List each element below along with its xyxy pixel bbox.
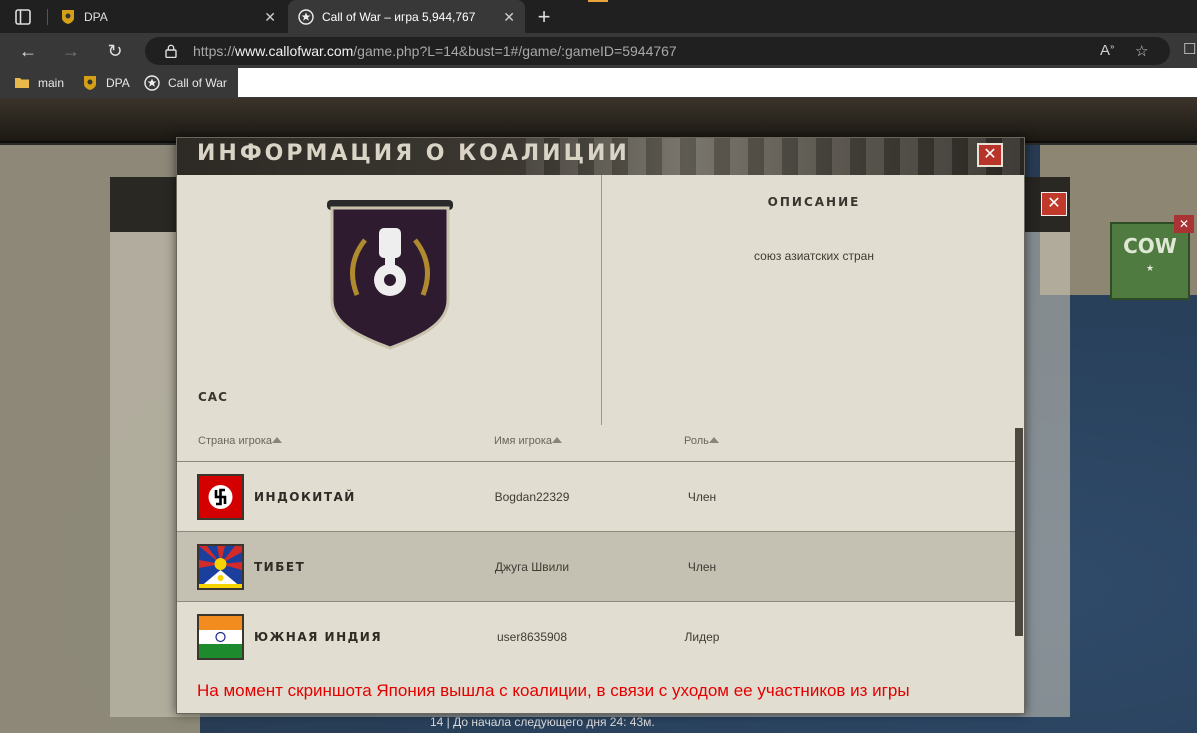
column-header-player[interactable]: Имя игрока (494, 435, 563, 447)
url-path: /game.php?L=14&bust=1#/game/:gameID=5944… (353, 43, 677, 59)
lock-icon[interactable] (165, 44, 177, 58)
column-label: Роль (684, 435, 709, 447)
star-favicon-icon (298, 8, 314, 25)
sort-arrow-icon (552, 437, 563, 443)
forward-icon[interactable]: → (60, 40, 82, 62)
url-prefix: https:// (193, 43, 236, 59)
player-name: Bogdan22329 (494, 490, 570, 504)
bookmark-label: DPA (106, 76, 130, 90)
back-icon[interactable]: ← (17, 40, 39, 62)
column-label: Имя игрока (494, 435, 553, 447)
bookmark-label: main (38, 76, 65, 90)
close-tab-icon[interactable]: ✕ (264, 9, 276, 26)
sort-arrow-icon (272, 437, 283, 443)
player-role: Лидер (684, 630, 720, 644)
cow-close-icon[interactable]: ✕ (1174, 215, 1194, 233)
close-tab-icon[interactable]: ✕ (503, 9, 515, 26)
url-text: https://www.callofwar.com/game.php?L=14&… (193, 43, 677, 59)
star-favicon-icon (144, 75, 160, 91)
table-row[interactable]: ТИБЕТ Джуга Швили Член (177, 532, 1015, 602)
refresh-icon[interactable]: ↻ (104, 40, 126, 62)
add-favorite-icon[interactable]: ☆ (1135, 42, 1148, 60)
read-aloud-icon[interactable]: A» (1100, 42, 1114, 59)
player-name: user8635908 (496, 630, 568, 644)
country-name: ТИБЕТ (254, 560, 306, 574)
tab-title: DPA (84, 9, 108, 24)
tibet-flag-icon (197, 544, 244, 590)
player-role: Член (687, 560, 717, 574)
table-row[interactable]: ЮЖНАЯ ИНДИЯ user8635908 Лидер (177, 602, 1015, 672)
column-header-country[interactable]: Страна игрока (198, 435, 283, 447)
bookmark-label: Call of War (168, 76, 227, 90)
bookmark-dpa[interactable]: DPA (82, 75, 130, 91)
sort-arrow-icon (708, 437, 719, 443)
coalition-name: САС (198, 390, 228, 404)
coalition-emblem-pane: САС (177, 175, 601, 425)
coalition-emblem-icon (327, 200, 453, 350)
tab-title: Call of War – игра 5,944,767 (322, 9, 476, 24)
background-close-icon[interactable]: ✕ (1041, 192, 1067, 216)
player-name: Джуга Швили (494, 560, 570, 574)
shield-favicon-icon (60, 9, 76, 25)
url-field[interactable]: https://www.callofwar.com/game.php?L=14&… (145, 37, 1170, 65)
country-name: ЮЖНАЯ ИНДИЯ (254, 630, 383, 644)
table-scrollbar[interactable] (1015, 428, 1023, 636)
bookmark-call-of-war[interactable]: Call of War (144, 75, 227, 91)
annotation-text: На момент скриншота Япония вышла с коали… (197, 681, 910, 700)
status-bar: 14 | До начала следующего дня 24: 43м. (430, 715, 655, 729)
player-role: Член (687, 490, 717, 504)
favorites-icon[interactable]: ☐ (1183, 40, 1196, 58)
india-flag-icon (197, 614, 244, 660)
address-bar: ← → ↻ https://www.callofwar.com/game.php… (0, 33, 1197, 68)
country-name: ИНДОКИТАЙ (254, 490, 356, 504)
swastika-flag-icon (197, 474, 244, 520)
new-tab-button[interactable]: + (534, 4, 554, 30)
tab-dpa[interactable]: DPA ✕ (50, 0, 286, 33)
tab-bar: DPA ✕ Call of War – игра 5,944,767 ✕ + (0, 0, 1197, 33)
coalition-info-modal: ИНФОРМАЦИЯ О КОАЛИЦИИ ✕ САС ОПИСАНИЕ сою… (176, 137, 1025, 714)
page-overlay-white (238, 68, 1197, 97)
column-header-role[interactable]: Роль (684, 435, 719, 447)
modal-header: ИНФОРМАЦИЯ О КОАЛИЦИИ ✕ (177, 138, 1024, 175)
close-button[interactable]: ✕ (977, 143, 1003, 167)
accent-bar (588, 0, 608, 2)
url-host: www.callofwar.com (235, 43, 354, 59)
bookmark-main[interactable]: main (14, 75, 64, 91)
cow-logo-label: COW (1123, 234, 1177, 258)
table-row[interactable]: ИНДОКИТАЙ Bogdan22329 Член (177, 462, 1015, 532)
shield-favicon-icon (84, 76, 96, 90)
tab-separator (47, 9, 48, 25)
cow-logo[interactable]: COW ★ (1110, 222, 1190, 300)
modal-title: ИНФОРМАЦИЯ О КОАЛИЦИИ (197, 141, 630, 166)
tab-call-of-war[interactable]: Call of War – игра 5,944,767 ✕ (288, 0, 525, 33)
description-text: союз азиатских стран (754, 249, 874, 263)
folder-icon (15, 78, 29, 88)
description-title: ОПИСАНИЕ (767, 195, 861, 209)
column-label: Страна игрока (198, 435, 273, 447)
tab-actions-icon[interactable] (13, 7, 33, 27)
description-pane: ОПИСАНИЕ союз азиатских стран (601, 175, 1024, 425)
